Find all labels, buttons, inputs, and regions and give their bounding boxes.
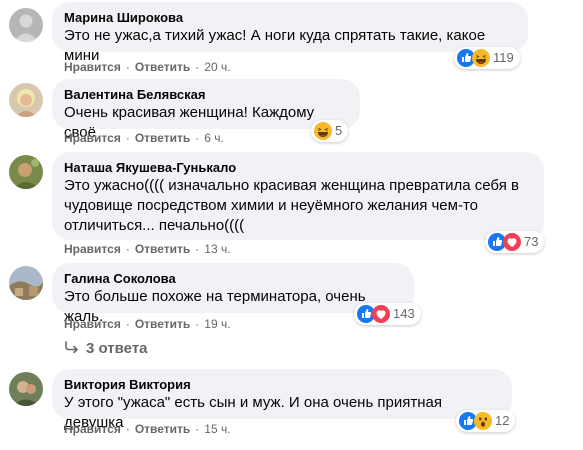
comment-author[interactable]: Галина Соколова: [64, 271, 402, 287]
view-replies-link[interactable]: 3 ответа: [64, 340, 148, 357]
comment-author[interactable]: Марина Широкова: [64, 10, 516, 26]
comment-actions: Нравится · Ответить · 6 ч.: [64, 130, 224, 146]
separator: ·: [195, 422, 200, 436]
reaction-count: 143: [393, 306, 415, 321]
comment-author[interactable]: Наташа Якушева-Гунькало: [64, 160, 532, 176]
replies-count-label: 3 ответа: [86, 340, 148, 357]
separator: ·: [195, 131, 200, 145]
like-button[interactable]: Нравится: [64, 422, 121, 436]
wow-icon: [474, 412, 492, 430]
timestamp[interactable]: 6 ч.: [204, 131, 224, 145]
reply-button[interactable]: Ответить: [135, 242, 190, 256]
separator: ·: [195, 317, 200, 331]
comment-text: Это ужасно(((( изначально красивая женщи…: [64, 177, 524, 234]
haha-icon: [472, 49, 490, 67]
timestamp[interactable]: 20 ч.: [204, 60, 230, 74]
separator: ·: [125, 242, 130, 256]
reaction-summary[interactable]: 143: [354, 303, 421, 325]
separator: ·: [125, 317, 130, 331]
reaction-summary[interactable]: 5: [311, 120, 349, 142]
comment-author[interactable]: Виктория Виктория: [64, 377, 500, 393]
comment-actions: Нравится · Ответить · 13 ч.: [64, 241, 231, 257]
separator: ·: [195, 242, 200, 256]
reply-button[interactable]: Ответить: [135, 60, 190, 74]
reaction-summary[interactable]: 73: [485, 231, 545, 253]
comment-actions: Нравится · Ответить · 19 ч.: [64, 316, 231, 332]
reaction-count: 5: [335, 123, 343, 138]
reaction-count: 12: [495, 413, 510, 428]
avatar[interactable]: [9, 155, 43, 189]
comment-bubble: Марина Широкова Это не ужас,а тихий ужас…: [52, 2, 528, 64]
reply-button[interactable]: Ответить: [135, 422, 190, 436]
like-button[interactable]: Нравится: [64, 242, 121, 256]
haha-icon: [314, 122, 332, 140]
separator: ·: [195, 60, 200, 74]
comment-bubble: Виктория Виктория У этого "ужаса" есть с…: [52, 369, 512, 431]
separator: ·: [125, 131, 130, 145]
separator: ·: [125, 60, 130, 74]
comment-actions: Нравится · Ответить · 20 ч.: [64, 59, 231, 75]
reaction-count: 73: [524, 234, 539, 249]
comment-author[interactable]: Валентина Белявская: [64, 87, 348, 103]
avatar[interactable]: [9, 8, 43, 42]
timestamp[interactable]: 13 ч.: [204, 242, 230, 256]
like-button[interactable]: Нравится: [64, 131, 121, 145]
avatar[interactable]: [9, 372, 43, 406]
reaction-summary[interactable]: 119: [454, 47, 520, 69]
timestamp[interactable]: 15 ч.: [204, 422, 230, 436]
like-button[interactable]: Нравится: [64, 317, 121, 331]
reaction-count: 119: [493, 50, 514, 65]
reply-button[interactable]: Ответить: [135, 317, 190, 331]
comment-actions: Нравится · Ответить · 15 ч.: [64, 421, 231, 437]
avatar[interactable]: [9, 83, 43, 117]
timestamp[interactable]: 19 ч.: [204, 317, 230, 331]
comment-bubble: Наташа Якушева-Гунькало Это ужасно(((( и…: [52, 152, 544, 240]
reply-button[interactable]: Ответить: [135, 131, 190, 145]
avatar[interactable]: [9, 266, 43, 300]
reply-arrow-icon: [64, 340, 86, 357]
love-icon: [372, 305, 390, 323]
love-icon: [503, 233, 521, 251]
reaction-summary[interactable]: 12: [456, 410, 516, 432]
like-button[interactable]: Нравится: [64, 60, 121, 74]
separator: ·: [125, 422, 130, 436]
